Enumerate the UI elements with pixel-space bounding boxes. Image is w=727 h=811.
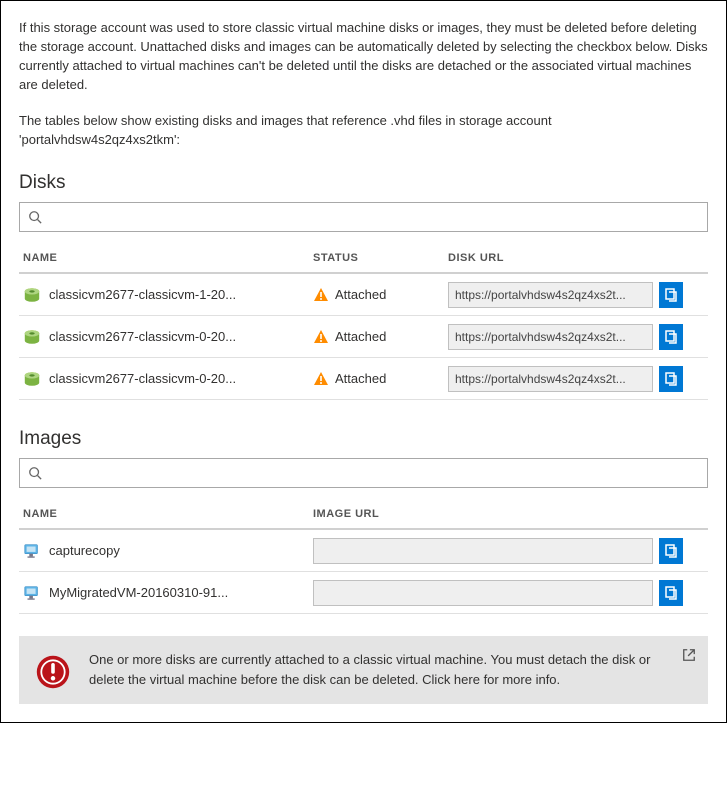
disk-row: classicvm2677-classicvm-0-20... Attached	[19, 358, 708, 400]
image-name: MyMigratedVM-20160310-91...	[49, 585, 228, 600]
image-name-cell: MyMigratedVM-20160310-91...	[23, 584, 313, 602]
image-name-cell: capturecopy	[23, 542, 313, 560]
images-title: Images	[19, 428, 708, 450]
col-header-name: NAME	[23, 252, 313, 264]
image-row: MyMigratedVM-20160310-91...	[19, 572, 708, 614]
warning-icon	[313, 329, 329, 345]
image-url-input[interactable]	[313, 538, 653, 564]
disk-status: Attached	[335, 329, 386, 344]
image-row: capturecopy	[19, 530, 708, 572]
copy-icon	[663, 329, 679, 345]
disks-search-input[interactable]	[48, 210, 699, 225]
copy-button[interactable]	[659, 282, 683, 308]
image-name: capturecopy	[49, 543, 120, 558]
images-search-box[interactable]	[19, 458, 708, 488]
disk-url-input[interactable]	[448, 282, 653, 308]
disk-name: classicvm2677-classicvm-0-20...	[49, 371, 236, 386]
disks-title: Disks	[19, 172, 708, 194]
warning-icon	[313, 287, 329, 303]
subintro-text: The tables below show existing disks and…	[19, 112, 708, 150]
disk-url-input[interactable]	[448, 324, 653, 350]
col-header-image-url: IMAGE URL	[313, 508, 653, 520]
search-icon	[28, 210, 42, 224]
alert-text: One or more disks are currently attached…	[89, 650, 692, 689]
col-header-url: DISK URL	[448, 252, 653, 264]
disk-name-cell: classicvm2677-classicvm-0-20...	[23, 328, 313, 346]
vm-image-icon	[23, 542, 41, 560]
intro-text: If this storage account was used to stor…	[19, 19, 708, 94]
disk-icon	[23, 328, 41, 346]
copy-icon	[663, 585, 679, 601]
disk-name-cell: classicvm2677-classicvm-0-20...	[23, 370, 313, 388]
warning-icon	[313, 371, 329, 387]
disk-status: Attached	[335, 371, 386, 386]
copy-icon	[663, 287, 679, 303]
copy-icon	[663, 543, 679, 559]
copy-button[interactable]	[659, 538, 683, 564]
alert-box[interactable]: One or more disks are currently attached…	[19, 636, 708, 704]
external-link-icon[interactable]	[682, 648, 696, 662]
vm-image-icon	[23, 584, 41, 602]
disks-search-box[interactable]	[19, 202, 708, 232]
disk-status-cell: Attached	[313, 371, 448, 387]
copy-icon	[663, 371, 679, 387]
disk-icon	[23, 286, 41, 304]
copy-button[interactable]	[659, 324, 683, 350]
disk-status: Attached	[335, 287, 386, 302]
disk-name-cell: classicvm2677-classicvm-1-20...	[23, 286, 313, 304]
disk-row: classicvm2677-classicvm-0-20... Attached	[19, 316, 708, 358]
disk-url-input[interactable]	[448, 366, 653, 392]
disk-url-cell	[448, 324, 653, 350]
col-header-status: STATUS	[313, 252, 448, 264]
disk-url-cell	[448, 366, 653, 392]
error-icon	[35, 654, 71, 690]
disk-icon	[23, 370, 41, 388]
disk-status-cell: Attached	[313, 329, 448, 345]
copy-button[interactable]	[659, 366, 683, 392]
disk-status-cell: Attached	[313, 287, 448, 303]
copy-button[interactable]	[659, 580, 683, 606]
disk-url-cell	[448, 282, 653, 308]
disk-name: classicvm2677-classicvm-0-20...	[49, 329, 236, 344]
search-icon	[28, 466, 42, 480]
disk-row: classicvm2677-classicvm-1-20... Attached	[19, 274, 708, 316]
image-url-cell	[313, 538, 653, 564]
images-search-input[interactable]	[48, 466, 699, 481]
disk-name: classicvm2677-classicvm-1-20...	[49, 287, 236, 302]
image-url-input[interactable]	[313, 580, 653, 606]
image-url-cell	[313, 580, 653, 606]
disks-table-header: NAME STATUS DISK URL	[19, 242, 708, 274]
images-table-header: NAME IMAGE URL	[19, 498, 708, 530]
col-header-name: NAME	[23, 508, 313, 520]
